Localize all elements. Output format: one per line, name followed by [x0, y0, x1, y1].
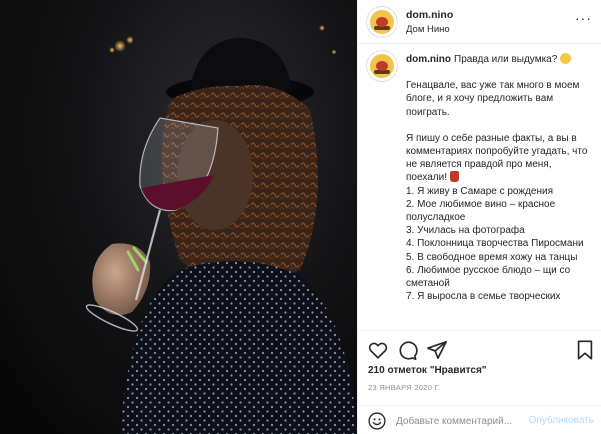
- likes-count[interactable]: 210 отметок "Нравится": [368, 365, 487, 376]
- fact-item: 2. Мое любимое вино – красное полусладко…: [406, 198, 556, 224]
- post-side-panel: dom.nino Дом Нино ··· dom.nino Правда или…: [357, 0, 601, 434]
- fact-item: 4. Поклонница творчества Пиросмани: [406, 238, 584, 250]
- bag-emoji-icon: [449, 171, 459, 183]
- fact-item: 1. Я живу в Самаре с рождения: [406, 185, 553, 197]
- avatar-logo-icon: [370, 10, 394, 34]
- post-header: dom.nino Дом Нино ···: [358, 0, 601, 44]
- bookmark-icon[interactable]: [574, 339, 596, 361]
- caption-username[interactable]: dom.nino: [406, 54, 451, 65]
- comment-bar: Опубликовать: [358, 405, 601, 434]
- post-username[interactable]: dom.nino: [406, 9, 453, 21]
- post-location[interactable]: Дом Нино: [406, 24, 450, 35]
- post-date[interactable]: 23 января 2020 г.: [368, 383, 440, 392]
- fact-item: 7. Я выросла в семье творческих: [406, 291, 561, 303]
- caption-title: Правда или выдумка?: [454, 54, 558, 65]
- share-icon[interactable]: [426, 339, 448, 361]
- caption-scroll-area[interactable]: dom.nino Правда или выдумка? Генацвале, в…: [358, 44, 601, 330]
- fact-item: 6. Любимое русское блюдо – щи со сметано…: [406, 264, 571, 290]
- fact-item: 5. В свободное время хожу на танцы: [406, 251, 578, 263]
- caption-rules: Я пишу о себе разные факты, а вы в комме…: [406, 132, 588, 184]
- comment-input[interactable]: [396, 413, 524, 429]
- caption-text: dom.nino Правда или выдумка? Генацвале, в…: [406, 53, 594, 303]
- smiley-icon[interactable]: [367, 411, 387, 431]
- avatar-logo-icon: [370, 54, 394, 78]
- fact-item: 3. Училась на фотографа: [406, 225, 525, 237]
- publish-button[interactable]: Опубликовать: [529, 415, 594, 426]
- post-actions: 210 отметок "Нравится" 23 января 2020 г.…: [358, 330, 601, 434]
- post-photo[interactable]: [0, 0, 357, 434]
- more-options-icon[interactable]: ···: [575, 11, 592, 25]
- profile-avatar[interactable]: [366, 6, 398, 38]
- comment-icon[interactable]: [396, 339, 418, 361]
- caption-intro: Генацвале, вас уже так много в моем блог…: [406, 80, 580, 118]
- caption-avatar[interactable]: [366, 50, 398, 82]
- photo-image: [85, 25, 357, 434]
- heart-icon[interactable]: [367, 339, 389, 361]
- smile-emoji-icon: [560, 53, 572, 64]
